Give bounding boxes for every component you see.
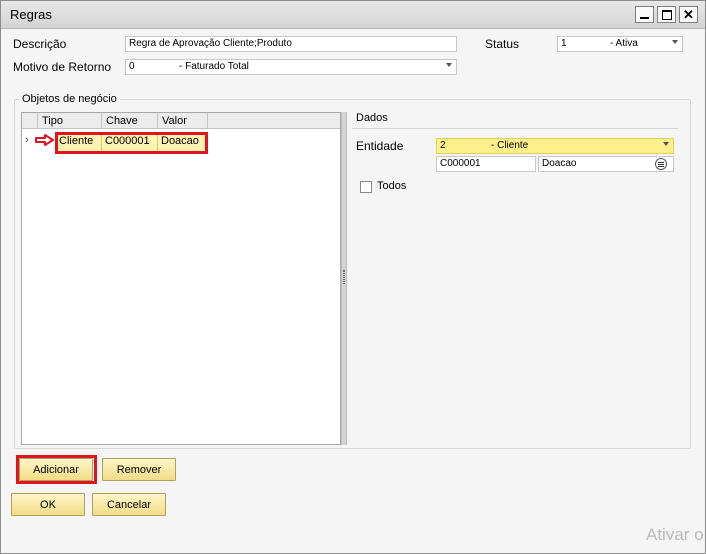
col-header-valor[interactable]: Valor <box>158 113 208 129</box>
todos-checkbox[interactable] <box>360 181 372 193</box>
descricao-label: Descrição <box>13 37 67 51</box>
minimize-button[interactable] <box>635 6 654 23</box>
chevron-down-icon <box>446 63 452 67</box>
entidade-label: Entidade <box>356 139 404 153</box>
maximize-button[interactable] <box>657 6 676 23</box>
valor-value: Doacao <box>542 158 577 169</box>
objetos-group-label: Objetos de negócio <box>19 93 120 105</box>
descricao-field[interactable]: Regra de Aprovação Cliente;Produto <box>125 36 457 52</box>
todos-label: Todos <box>377 180 407 192</box>
status-text: - Ativa <box>610 38 638 49</box>
objetos-grid: Tipo Chave Valor › Cliente C000001 Doaca… <box>21 112 341 445</box>
row-indicator-icon: › <box>25 134 29 146</box>
activation-watermark: Ativar o <box>646 525 704 544</box>
row-highlight-box <box>55 132 208 154</box>
col-header-chave[interactable]: Chave <box>102 113 158 129</box>
status-dropdown[interactable]: 1 - Ativa <box>557 36 683 52</box>
valor-field[interactable]: Doacao <box>538 156 674 172</box>
motivo-label: Motivo de Retorno <box>13 60 112 74</box>
adicionar-highlight-box <box>16 455 97 484</box>
title-bar[interactable] <box>1 1 705 29</box>
motivo-dropdown[interactable]: 0 - Faturado Total <box>125 59 457 75</box>
ok-button[interactable]: OK <box>11 493 85 516</box>
entidade-code: 2 <box>440 140 446 151</box>
col-header-tipo[interactable]: Tipo <box>38 113 102 129</box>
splitter-grip-icon <box>343 270 345 284</box>
chave-field[interactable]: C000001 <box>436 156 536 172</box>
motivo-code: 0 <box>129 61 135 72</box>
close-button[interactable]: ✕ <box>679 6 698 23</box>
splitter[interactable] <box>341 112 347 445</box>
cancelar-button[interactable]: Cancelar <box>92 493 166 516</box>
list-icon[interactable] <box>655 158 667 170</box>
close-icon: ✕ <box>683 7 694 22</box>
col-header-filler <box>208 113 340 129</box>
remover-button[interactable]: Remover <box>102 458 176 481</box>
entidade-text: - Cliente <box>491 140 529 151</box>
descricao-value: Regra de Aprovação Cliente;Produto <box>129 38 292 49</box>
dados-divider <box>352 128 678 129</box>
status-label: Status <box>485 37 520 51</box>
chevron-down-icon <box>672 40 678 44</box>
arrow-right-icon <box>35 134 54 146</box>
minimize-icon <box>640 16 649 19</box>
chevron-down-icon <box>663 142 669 146</box>
entidade-dropdown[interactable]: 2 - Cliente <box>436 138 674 154</box>
grid-corner <box>22 113 38 129</box>
chave-value: C000001 <box>440 158 481 169</box>
motivo-text: - Faturado Total <box>179 61 249 72</box>
maximize-icon <box>661 9 672 20</box>
window-title: Regras <box>10 7 52 22</box>
dados-label: Dados <box>356 112 388 124</box>
status-code: 1 <box>561 38 567 49</box>
